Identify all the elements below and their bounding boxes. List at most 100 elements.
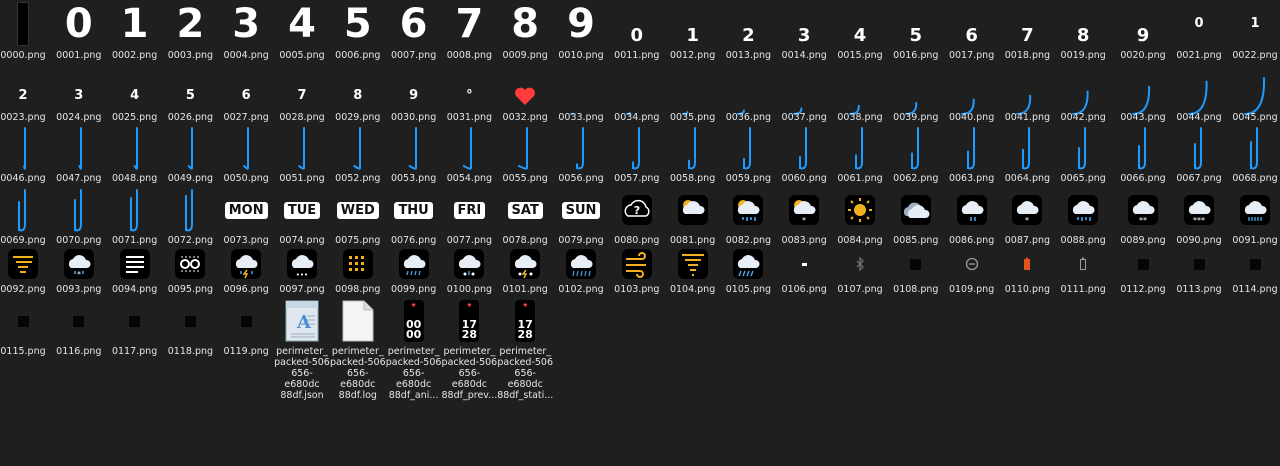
file-item[interactable]: ♥ 17 28 perimeter_ packed-506 656-e680dc 8… — [497, 300, 553, 401]
file-item[interactable]: * 0087.png — [999, 188, 1055, 246]
file-item[interactable]: 8 0019.png — [1055, 2, 1111, 62]
file-item[interactable]: 5 0016.png — [888, 2, 944, 62]
file-item[interactable]: 4 0005.png — [274, 2, 330, 61]
file-item[interactable]: 0050.png — [218, 126, 274, 184]
file-item[interactable]: 0115.png — [0, 300, 51, 357]
file-item[interactable]: * 0093.png — [51, 248, 107, 295]
file-item[interactable]: 0058.png — [665, 126, 721, 184]
file-item[interactable]: 6 0007.png — [386, 2, 442, 61]
file-item[interactable]: 0103.png — [609, 248, 665, 295]
file-item[interactable]: 0032.png — [497, 84, 553, 123]
file-item[interactable]: 0081.png — [665, 188, 721, 246]
file-item[interactable]: 0035.png — [665, 84, 721, 123]
file-item[interactable]: 8 0009.png — [497, 2, 553, 61]
file-item[interactable]: 0099.png — [386, 248, 442, 295]
file-item[interactable]: 0033.png — [553, 84, 609, 123]
file-item[interactable]: 1 0012.png — [665, 2, 721, 62]
file-item[interactable]: 0054.png — [441, 126, 497, 184]
file-item[interactable]: 0104.png — [665, 248, 721, 295]
file-item[interactable]: 0037.png — [776, 84, 832, 123]
file-item[interactable]: 0105.png — [720, 248, 776, 295]
file-item[interactable]: 0110.png — [999, 248, 1055, 295]
file-item[interactable]: ° 0031.png — [441, 84, 497, 124]
file-item[interactable]: 0046.png — [0, 126, 51, 184]
file-item[interactable]: 8 0029.png — [330, 84, 386, 124]
file-item[interactable]: 7 0008.png — [441, 2, 497, 61]
file-item[interactable]: FRI 0077.png — [441, 188, 497, 246]
file-item[interactable]: 9 0030.png — [386, 84, 442, 124]
file-item[interactable]: 0095.png — [162, 248, 218, 295]
file-item[interactable]: 0102.png — [553, 248, 609, 295]
file-item[interactable]: 0045.png — [1227, 77, 1280, 123]
file-item[interactable]: 0116.png — [51, 300, 107, 357]
file-item[interactable]: 0071.png — [107, 188, 163, 246]
file-item[interactable]: 2 0003.png — [162, 2, 218, 61]
file-item[interactable]: 0065.png — [1055, 126, 1111, 184]
file-item[interactable]: 0119.png — [218, 300, 274, 357]
file-item[interactable]: 0034.png — [609, 84, 665, 123]
file-item[interactable]: 0000.png — [0, 2, 51, 61]
file-item[interactable]: 0056.png — [553, 126, 609, 184]
file-item[interactable]: 0117.png — [107, 300, 163, 357]
file-item[interactable]: 0100.png — [441, 248, 497, 295]
file-item[interactable]: 0092.png — [0, 248, 51, 295]
file-item[interactable]: 0041.png — [999, 84, 1055, 123]
file-item[interactable]: 0107.png — [832, 248, 888, 295]
file-item[interactable]: 0111.png — [1055, 248, 1111, 295]
file-item[interactable]: 6 0017.png — [944, 2, 1000, 62]
file-item[interactable]: 0098.png — [330, 248, 386, 295]
file-item[interactable]: MON 0073.png — [218, 188, 274, 246]
file-item[interactable]: 0068.png — [1227, 126, 1280, 184]
file-item[interactable]: ♥ 00 00 perimeter_ packed-506 656-e680dc 8… — [386, 300, 442, 401]
file-item[interactable]: 1 0022.png — [1227, 2, 1280, 62]
file-item[interactable]: 0049.png — [162, 126, 218, 184]
file-item[interactable]: 9 0010.png — [553, 2, 609, 61]
file-item[interactable]: 6 0027.png — [218, 84, 274, 124]
file-item[interactable]: 0091.png — [1227, 188, 1280, 246]
file-item[interactable]: 0088.png — [1055, 188, 1111, 246]
file-item[interactable]: 0070.png — [51, 188, 107, 246]
file-item[interactable]: 0069.png — [0, 188, 51, 246]
file-item[interactable]: 4 0015.png — [832, 2, 888, 62]
file-item[interactable]: 0066.png — [1115, 126, 1171, 184]
file-item[interactable]: 0 0011.png — [609, 2, 665, 62]
file-item[interactable]: 0040.png — [944, 84, 1000, 123]
file-item[interactable]: 0118.png — [162, 300, 218, 357]
file-item[interactable]: 0039.png — [888, 84, 944, 123]
file-item[interactable]: 7 0028.png — [274, 84, 330, 124]
file-item[interactable]: 0038.png — [832, 84, 888, 123]
file-item[interactable]: 5 0026.png — [162, 84, 218, 124]
file-item[interactable]: SAT 0078.png — [497, 188, 553, 246]
file-item[interactable]: 0057.png — [609, 126, 665, 184]
file-item[interactable]: Aperimeter_ packed-506 656-e680dc 88df.j… — [274, 300, 330, 401]
file-item[interactable]: 0061.png — [832, 126, 888, 184]
file-item[interactable]: 0085.png — [888, 188, 944, 246]
file-item[interactable]: 0 0021.png — [1171, 2, 1227, 62]
file-item[interactable]: 0086.png — [944, 188, 1000, 246]
file-item[interactable]: 0082.png — [720, 188, 776, 246]
file-item[interactable]: ••• 0097.png — [274, 248, 330, 295]
file-item[interactable]: 0094.png — [107, 248, 163, 295]
file-item[interactable]: 0072.png — [162, 188, 218, 246]
file-item[interactable]: SUN 0079.png — [553, 188, 609, 246]
file-item[interactable]: ? 0080.png — [609, 188, 665, 246]
file-item[interactable]: 0059.png — [720, 126, 776, 184]
file-item[interactable]: 0044.png — [1171, 80, 1227, 123]
file-item[interactable]: 0096.png — [218, 248, 274, 295]
file-item[interactable]: 0101.png — [497, 248, 553, 295]
file-item[interactable]: 0036.png — [720, 84, 776, 123]
file-item[interactable]: 0052.png — [330, 126, 386, 184]
file-item[interactable]: 0051.png — [274, 126, 330, 184]
file-item[interactable]: 0114.png — [1227, 248, 1280, 295]
file-item[interactable]: 2 0023.png — [0, 84, 51, 124]
file-item[interactable]: 0055.png — [497, 126, 553, 184]
file-item[interactable]: 0084.png — [832, 188, 888, 246]
file-item[interactable]: 7 0018.png — [999, 2, 1055, 62]
file-item[interactable]: 0109.png — [944, 248, 1000, 295]
file-item[interactable]: 0108.png — [888, 248, 944, 295]
file-item[interactable]: 9 0020.png — [1115, 2, 1171, 62]
file-item[interactable]: 3 0004.png — [218, 2, 274, 61]
file-item[interactable]: perimeter_ packed-506 656-e680dc 88df.lo… — [330, 300, 386, 401]
file-item[interactable]: 0064.png — [999, 126, 1055, 184]
file-item[interactable]: THU 0076.png — [386, 188, 442, 246]
